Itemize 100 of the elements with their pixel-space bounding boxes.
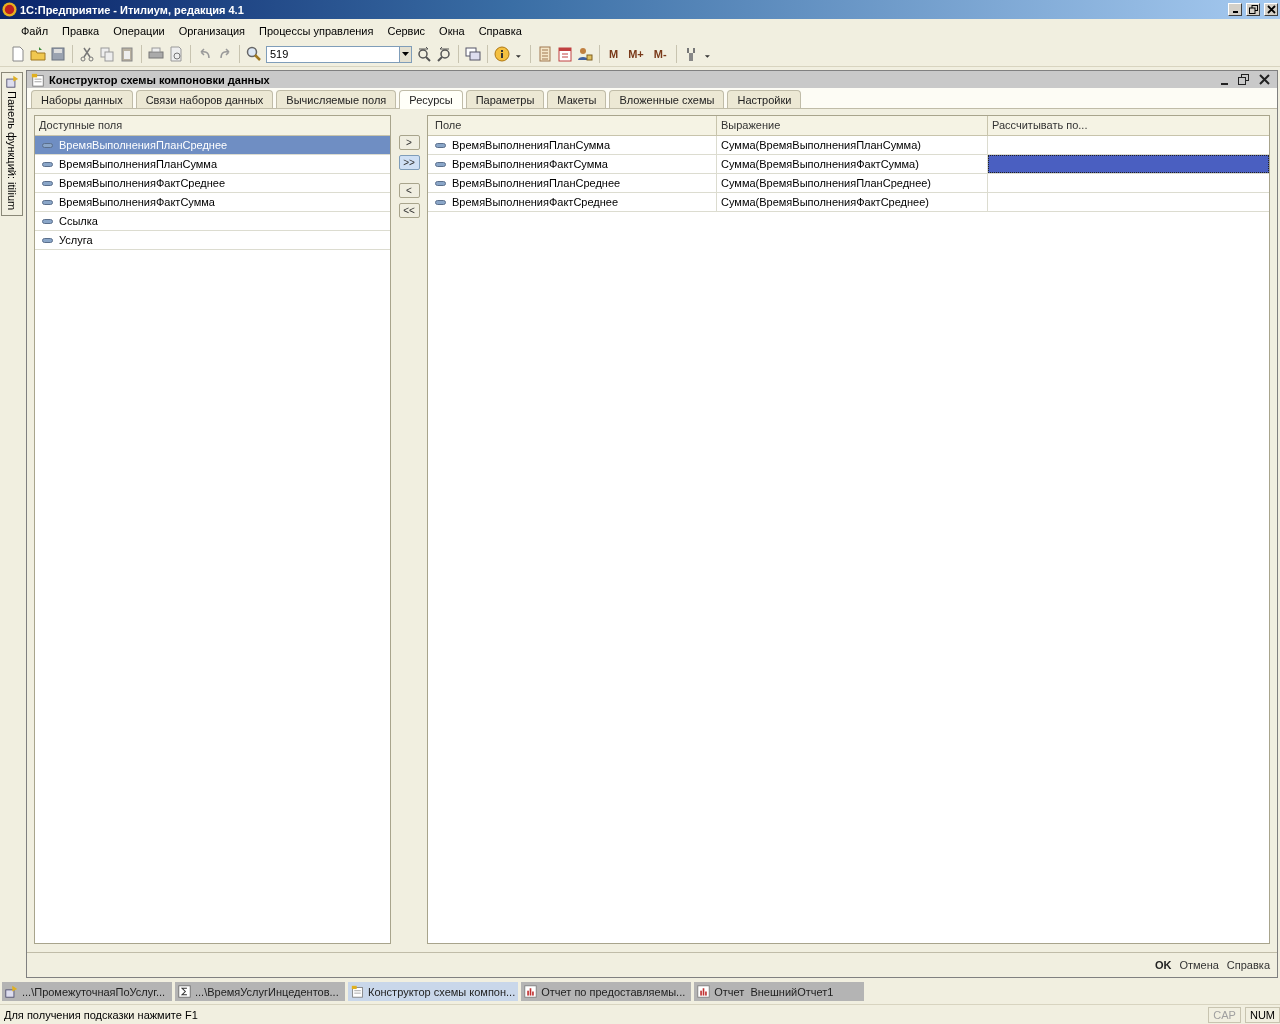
field-icon <box>435 180 446 186</box>
minimize-icon <box>1232 11 1238 13</box>
menu-item[interactable]: Организация <box>171 22 253 39</box>
column-header: Рассчитывать по... <box>991 118 1089 133</box>
minimize-icon <box>1221 82 1228 85</box>
taskbar-item[interactable]: Отчет ВнешнийОтчет1 <box>694 982 865 1001</box>
function-panel-tab[interactable]: Панель функций: itilium <box>1 72 23 216</box>
minimize-button[interactable] <box>1228 3 1242 16</box>
close-icon <box>1266 5 1276 14</box>
printer-icon[interactable] <box>148 46 164 62</box>
form-title: Конструктор схемы компоновки данных <box>49 73 270 86</box>
key-indicator: CAP <box>1208 1006 1241 1023</box>
memory-button[interactable]: M- <box>650 48 670 60</box>
tab[interactable]: Наборы данных <box>31 90 133 108</box>
table-cell: Сумма(ВремяВыполненияПланСумма) <box>717 136 988 154</box>
field-item[interactable]: ВремяВыполненияФактСумма <box>35 193 390 212</box>
memory-button[interactable]: M+ <box>625 48 647 60</box>
field-icon <box>42 218 53 224</box>
sigma-icon <box>178 985 191 998</box>
window-title: 1С:Предприятие - Итилиум, редакция 4.1 <box>20 3 244 16</box>
tab[interactable]: Макеты <box>547 90 607 108</box>
bar-chart-icon <box>524 985 538 998</box>
menu-item[interactable]: Справка <box>471 22 529 39</box>
search-icon[interactable] <box>246 46 262 62</box>
table-cell: ВремяВыполненияПланСреднее <box>428 174 717 192</box>
field-item[interactable]: ВремяВыполненияПланСумма <box>35 155 390 174</box>
caret-icon <box>402 52 409 56</box>
floppy-icon[interactable] <box>50 46 66 62</box>
dropdown-button[interactable] <box>399 45 412 63</box>
field-icon <box>435 199 446 205</box>
scissors-icon[interactable] <box>79 46 95 62</box>
table-cell: ВремяВыполненияФактСумма <box>428 155 717 173</box>
field-icon <box>435 142 446 148</box>
dialog-button[interactable]: Отмена <box>1176 958 1222 972</box>
memory-button[interactable]: M <box>606 48 622 60</box>
taskbar-item[interactable]: Отчет по предоставляемы... <box>521 982 692 1001</box>
table-cell: Сумма(ВремяВыполненияПланСреднее) <box>717 174 988 192</box>
move-button[interactable]: >> <box>398 155 420 170</box>
close-button[interactable] <box>1256 74 1273 85</box>
find-previous-icon[interactable] <box>436 46 452 62</box>
selected-cell[interactable] <box>988 155 1269 173</box>
restore-button[interactable] <box>1246 3 1260 16</box>
tab[interactable]: Вложенные схемы <box>609 90 725 108</box>
tab[interactable]: Связи наборов данных <box>135 90 274 108</box>
tab[interactable]: Настройки <box>727 90 802 108</box>
field-icon <box>42 199 53 205</box>
menu-item[interactable]: Сервис <box>380 22 433 39</box>
field-icon <box>42 142 53 148</box>
taskbar-item[interactable]: ...\ВремяУслугИнцедентов... <box>175 982 345 1001</box>
field-item[interactable]: Услуга <box>35 231 390 250</box>
key-indicator: NUM <box>1244 1006 1280 1023</box>
table-cell: Сумма(ВремяВыполненияФактСреднее) <box>717 193 988 211</box>
find-next-icon[interactable] <box>416 46 432 62</box>
dialog-button[interactable]: Справка <box>1223 958 1273 972</box>
clipboard-icon[interactable] <box>119 46 135 62</box>
field-icon <box>42 161 53 167</box>
menu-item[interactable]: Операции <box>106 22 172 39</box>
tab[interactable]: Параметры <box>465 90 545 108</box>
app-logo-icon <box>2 2 17 17</box>
move-button[interactable]: << <box>398 203 420 218</box>
search-field[interactable]: 519 <box>266 45 399 63</box>
calendar-icon[interactable] <box>557 46 573 62</box>
bar-chart-icon <box>697 985 711 998</box>
field-icon <box>42 237 53 243</box>
windows-icon[interactable] <box>465 46 481 62</box>
column-header: Доступные поля <box>38 118 124 133</box>
taskbar-item[interactable]: Конструктор схемы компон... <box>348 982 519 1001</box>
table-cell: ВремяВыполненияФактСреднее <box>428 193 717 211</box>
field-icon <box>42 180 53 186</box>
restore-icon <box>1238 74 1249 85</box>
tab[interactable]: Вычисляемые поля <box>276 90 397 108</box>
form-icon <box>351 985 364 998</box>
table-cell: ВремяВыполненияПланСумма <box>428 136 717 154</box>
tab[interactable]: Ресурсы <box>399 90 463 109</box>
table-row[interactable]: ВремяВыполненияФактСреднее Сумма(ВремяВыполненияФактСреднее) <box>428 193 1269 212</box>
menu-item[interactable]: Файл <box>14 22 56 39</box>
move-button[interactable]: > <box>398 135 420 150</box>
folder-icon[interactable] <box>30 46 46 62</box>
menu-item[interactable]: Окна <box>432 22 472 39</box>
column-header: Поле <box>428 116 717 135</box>
restore-button[interactable] <box>1235 74 1252 85</box>
table-row[interactable]: ВремяВыполненияПланСреднее Сумма(ВремяВыполненияПланСреднее) <box>428 174 1269 193</box>
menu-item[interactable]: Процессы управления <box>252 22 381 39</box>
users-icon[interactable] <box>577 46 593 62</box>
dialog-button[interactable]: OK <box>1151 958 1175 972</box>
restore-icon <box>1248 5 1258 14</box>
close-button[interactable] <box>1264 3 1278 16</box>
menu-item[interactable]: Правка <box>55 22 107 39</box>
info-icon[interactable] <box>494 46 510 62</box>
taskbar-item[interactable]: ...\ПромежуточнаяПоУслуг... <box>2 982 172 1001</box>
process-icon <box>5 985 18 998</box>
panel-label: Панель функций: itilium <box>6 91 18 211</box>
move-button[interactable]: < <box>398 183 420 198</box>
print-preview-icon[interactable] <box>168 46 184 62</box>
field-icon <box>435 161 446 167</box>
close-icon <box>1259 74 1270 85</box>
status-text: Для получения подсказки нажмите F1 <box>4 1008 199 1021</box>
field-item[interactable]: Ссылка <box>35 212 390 231</box>
pin-icon <box>5 75 19 88</box>
field-item[interactable]: ВремяВыполненияФактСреднее <box>35 174 390 193</box>
